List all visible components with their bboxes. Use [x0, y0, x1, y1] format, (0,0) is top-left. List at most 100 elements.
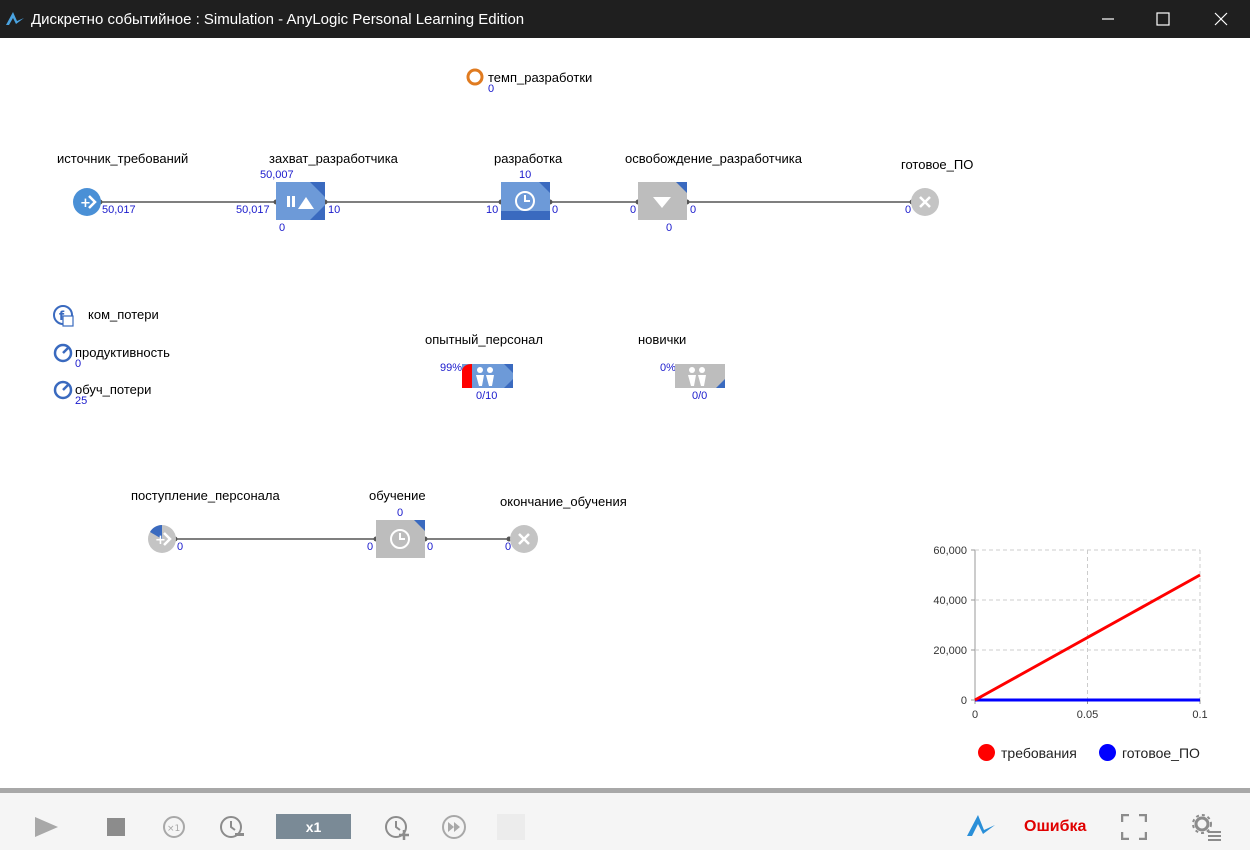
delay2-capacity: 0: [397, 507, 404, 519]
source-label: источник_требований: [57, 151, 189, 166]
delay-out-count: 0: [552, 204, 559, 216]
delay-block-icon[interactable]: [501, 182, 550, 220]
status-error-text[interactable]: Ошибка: [1024, 818, 1086, 836]
legend-marker: [1099, 744, 1116, 761]
legend-marker: [978, 744, 995, 761]
seize-block-icon[interactable]: [276, 182, 325, 220]
delay2-in-count: 0: [367, 541, 374, 553]
sink2-in-count: 0: [505, 541, 512, 553]
parameter-icon[interactable]: [466, 68, 484, 86]
sink2-label: окончание_обучения: [500, 494, 627, 509]
legend-item: требования: [978, 744, 1077, 761]
source-block-icon[interactable]: +: [147, 524, 177, 554]
function-icon[interactable]: f: [53, 305, 75, 327]
pool-experienced-label: опытный_персонал: [425, 332, 543, 347]
step-button[interactable]: [497, 814, 525, 840]
sink-block-icon[interactable]: [910, 187, 941, 217]
speed-up-button[interactable]: [382, 813, 412, 841]
source-out-count: 50,017: [102, 204, 136, 216]
realtime-scale-button[interactable]: ×1: [160, 813, 188, 841]
pool-novice-count: 0/0: [692, 390, 708, 402]
param-temp-value: 0: [488, 83, 495, 95]
simulation-toolbar: ×1 x1 Ошибка: [0, 788, 1250, 850]
pool-novice-label: новички: [638, 332, 687, 347]
seize-label: захват_разработчика: [269, 151, 398, 166]
release-block-icon[interactable]: [638, 182, 687, 220]
seize-out-count: 10: [328, 204, 341, 216]
close-icon: [1214, 12, 1228, 26]
sink-in-count: 0: [905, 204, 912, 216]
run-button[interactable]: [30, 813, 62, 841]
virtual-time-button[interactable]: [440, 813, 468, 841]
pool-novice-util: 0%: [660, 362, 676, 374]
delay-capacity: 10: [519, 169, 532, 181]
window-title: Дискретно событийное : Simulation - AnyL…: [31, 11, 525, 28]
x-tick-label: 0: [972, 709, 978, 721]
source-block-icon[interactable]: +: [72, 187, 102, 217]
minimize-button[interactable]: [1085, 0, 1131, 38]
x1-speed-icon: ×1: [163, 816, 185, 838]
x-tick-label: 0.05: [1077, 709, 1098, 721]
y-tick-label: 60,000: [933, 545, 967, 557]
delay2-block-icon[interactable]: [376, 520, 425, 558]
settings-button[interactable]: [1189, 811, 1223, 843]
slow-down-icon: [220, 816, 244, 838]
release-in-count: 0: [630, 204, 637, 216]
seize-in-count: 50,017: [236, 204, 270, 216]
resource-pool-icon[interactable]: [675, 364, 725, 388]
speed-indicator: x1: [276, 814, 351, 839]
release-bottom-count: 0: [666, 222, 673, 234]
dynamic-variable-icon[interactable]: [53, 343, 73, 363]
svg-text:+: +: [155, 533, 166, 548]
svg-text:×1: ×1: [167, 824, 180, 834]
pool-experienced-count: 0/10: [476, 390, 498, 402]
delay2-out-count: 0: [427, 541, 434, 553]
pool-experienced-util: 99%: [440, 362, 463, 374]
dynvar-training-value: 25: [75, 395, 88, 407]
y-tick-label: 20,000: [933, 645, 967, 657]
fast-forward-icon: [442, 815, 466, 839]
sink-block-icon[interactable]: [509, 524, 540, 554]
anylogic-logo-icon: [967, 815, 995, 836]
fullscreen-icon: [1121, 814, 1147, 840]
svg-text:+: +: [80, 196, 91, 211]
dynvar-productivity-label: продуктивность: [75, 345, 170, 360]
legend-item: готовое_ПО: [1099, 744, 1200, 761]
dynvar-productivity-value: 0: [75, 358, 82, 370]
y-tick-label: 0: [961, 695, 967, 707]
delay2-label: обучение: [369, 488, 426, 503]
slow-down-button[interactable]: [217, 813, 247, 841]
anylogic-logo-button[interactable]: [964, 811, 998, 841]
model-canvas[interactable]: темп_разработки 0 источник_требований + …: [0, 38, 1250, 788]
gear-icon: [1192, 814, 1221, 841]
play-icon: [35, 817, 58, 837]
param-temp-label: темп_разработки: [488, 70, 593, 85]
legend-label: требования: [1001, 745, 1077, 761]
speed-up-icon: [385, 816, 409, 840]
legend-label: готовое_ПО: [1122, 745, 1200, 761]
delay-label: разработка: [494, 151, 563, 166]
y-tick-label: 40,000: [933, 595, 967, 607]
fullscreen-button[interactable]: [1119, 812, 1149, 842]
close-button[interactable]: [1198, 0, 1244, 38]
release-out-count: 0: [690, 204, 697, 216]
resource-pool-icon[interactable]: [462, 364, 513, 388]
anylogic-logo-icon: [6, 12, 24, 25]
source2-label: поступление_персонала: [131, 488, 280, 503]
minimize-icon: [1102, 18, 1114, 20]
maximize-button[interactable]: [1140, 0, 1186, 38]
sink-label: готовое_ПО: [901, 157, 974, 172]
release-label: освобождение_разработчика: [625, 151, 802, 166]
stop-button[interactable]: [104, 815, 128, 839]
dynamic-variable-icon[interactable]: [53, 380, 73, 400]
window-titlebar: Дискретно событийное : Simulation - AnyL…: [0, 0, 1250, 38]
seize-queue-count: 50,007: [260, 169, 294, 181]
source2-out-count: 0: [177, 541, 184, 553]
delay-in-count: 10: [486, 204, 499, 216]
time-plot-chart[interactable]: 0 20,000 40,000 60,000 0 0.05 0.1: [920, 538, 1220, 778]
stop-icon: [107, 818, 125, 836]
function-label: ком_потери: [88, 307, 159, 322]
x-tick-label: 0.1: [1192, 709, 1207, 721]
maximize-icon: [1156, 12, 1170, 26]
seize-bottom-count: 0: [279, 222, 286, 234]
